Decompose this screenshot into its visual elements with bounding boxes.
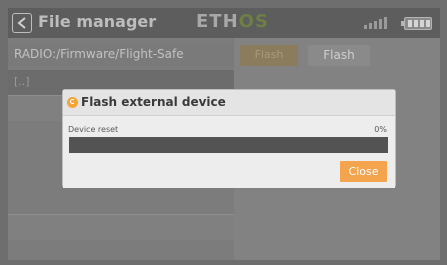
- top-bar: File manager ETHOS: [8, 8, 440, 38]
- etx-logo: ETHOS: [196, 11, 269, 32]
- progress-bar: [69, 137, 388, 153]
- progress-percent: 0%: [374, 125, 387, 134]
- signal-icon: [364, 15, 390, 29]
- button-label: Flash: [323, 48, 355, 62]
- dialog-title: Flash external device: [81, 95, 226, 109]
- dialog-body: Device reset 0% Close: [63, 115, 395, 188]
- page-title: File manager: [38, 12, 157, 31]
- info-icon: [67, 97, 78, 108]
- current-path: RADIO:/Firmware/Flight-Safe: [14, 47, 184, 61]
- logo-main: ETH: [196, 11, 239, 32]
- close-button-label: Close: [348, 165, 379, 178]
- back-arrow-icon: [17, 17, 26, 29]
- flash-button[interactable]: Flash: [308, 45, 370, 66]
- button-label: Flash: [254, 48, 284, 61]
- file-list-item[interactable]: [8, 215, 234, 240]
- file-name: [..]: [14, 75, 30, 88]
- logo-accent: OS: [238, 11, 269, 32]
- dialog-header: Flash external device: [63, 90, 395, 115]
- battery-icon: [401, 17, 432, 30]
- close-button[interactable]: Close: [340, 161, 387, 182]
- flash-dialog: Flash external device Device reset 0% Cl…: [63, 90, 395, 188]
- path-bar: RADIO:/Firmware/Flight-Safe: [8, 44, 234, 66]
- progress-label: Device reset: [68, 125, 119, 134]
- back-button[interactable]: [12, 13, 32, 33]
- flash-primary-button[interactable]: Flash: [240, 45, 298, 66]
